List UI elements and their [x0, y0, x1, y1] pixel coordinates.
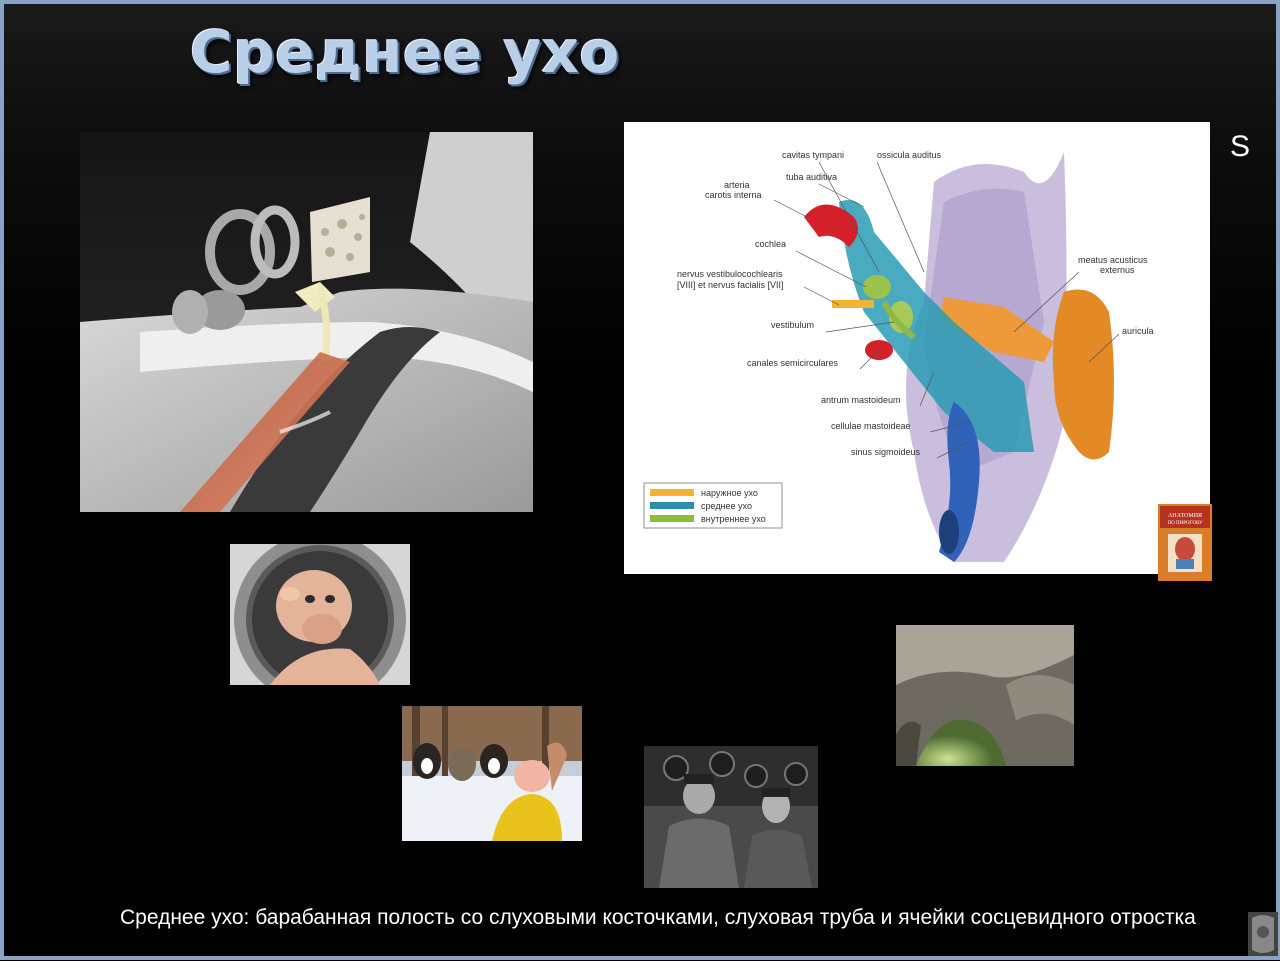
legend-middle-ear: среднее ухо [701, 501, 752, 511]
label-cavitas-tympani: cavitas tympani [782, 150, 844, 160]
label-meatus-acusticus: meatus acusticus [1078, 255, 1148, 265]
legend-inner-ear: внутреннее ухо [701, 514, 766, 524]
baby-in-washing-machine-photo [230, 544, 410, 685]
vintage-sound-locator-photo [644, 746, 818, 888]
slide: Среднее ухо S cavitas tympani ossicula a… [0, 0, 1280, 960]
label-canales-semicirculares: canales semicirculares [747, 358, 839, 368]
ear-3d-image [80, 132, 533, 512]
legend-outer-ear: наружное ухо [701, 488, 758, 498]
side-letter: S [1230, 130, 1251, 163]
label-vestibulum: vestibulum [771, 320, 814, 330]
label-auricula: auricula [1122, 326, 1154, 336]
label-externus: externus [1100, 265, 1135, 275]
label-cellulae-mastoideae: cellulae mastoideae [831, 421, 911, 431]
legend-swatch-2 [650, 515, 694, 522]
book-title-line-2: ПО ПИРОГОВУ [1168, 521, 1203, 526]
label-cochlea: cochlea [755, 239, 786, 249]
legend-swatch-1 [650, 502, 694, 509]
book-title-line-1: АНАТОМИЯ [1168, 513, 1202, 519]
label-ossicula-auditus: ossicula auditus [877, 150, 942, 160]
label-antrum-mastoideum: antrum mastoideum [821, 395, 901, 405]
label-nervus-1: nervus vestibulocochlearis [677, 269, 783, 279]
label-carotis-interna: carotis interna [705, 190, 762, 200]
cave-photo [896, 625, 1074, 766]
color-legend: наружное ухо среднее ухо внутреннее ухо [643, 482, 783, 529]
corner-emblem-icon [1248, 912, 1278, 956]
slide-caption: Среднее ухо: барабанная полость со слухо… [120, 906, 1196, 929]
anatomy-book-cover: АНАТОМИЯ ПО ПИРОГОВУ [1158, 504, 1212, 581]
label-nervus-2: [VIII] et nervus facialis [VII] [677, 280, 784, 290]
label-arteria: arteria [724, 180, 750, 190]
slide-title: Среднее ухо [190, 18, 620, 86]
label-tuba-auditiva: tuba auditiva [786, 172, 837, 182]
label-sinus-sigmoideus: sinus sigmoideus [851, 447, 921, 457]
ear-anatomy-diagram: cavitas tympani ossicula auditus tuba au… [624, 122, 1210, 574]
legend-swatch-0 [650, 489, 694, 496]
girl-chased-by-dogs-photo [402, 706, 582, 841]
